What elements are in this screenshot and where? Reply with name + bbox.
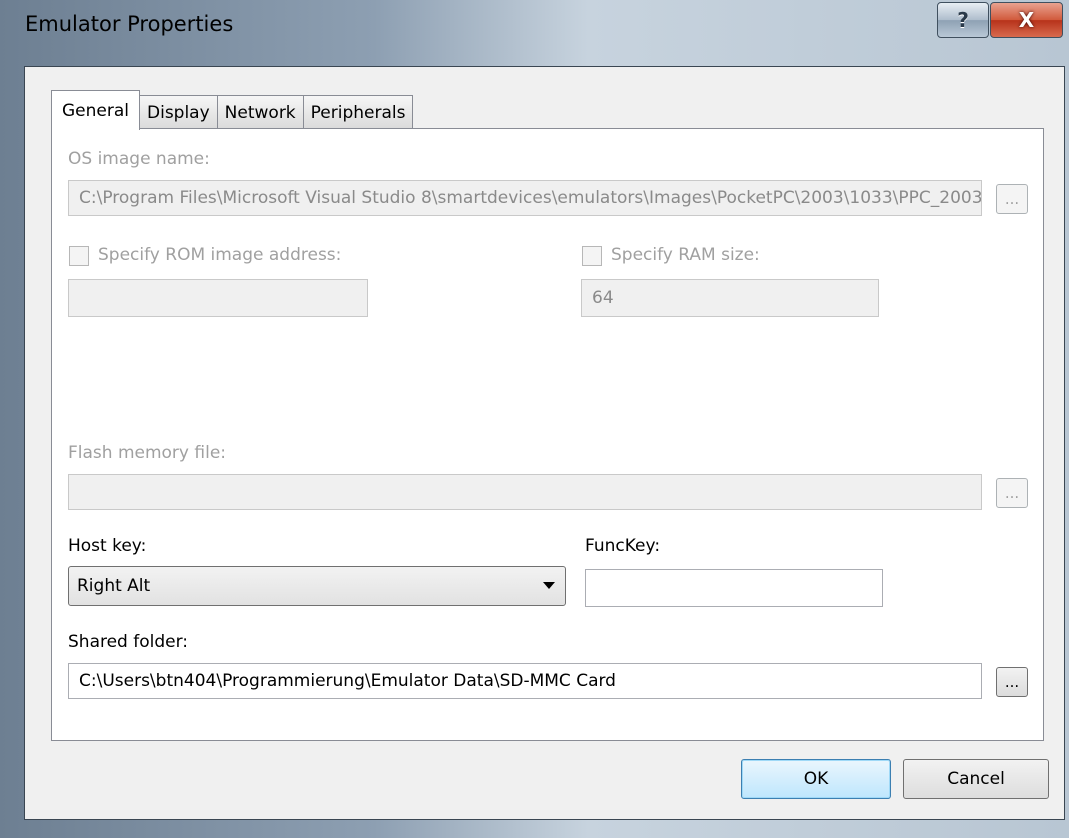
close-icon: X (1018, 8, 1035, 32)
help-button[interactable]: ? (937, 2, 989, 38)
close-button[interactable]: X (990, 2, 1063, 38)
rom-address-checkbox[interactable] (69, 246, 89, 266)
host-key-dropdown[interactable]: Right Alt (68, 566, 566, 606)
flash-memory-label: Flash memory file: (68, 443, 227, 463)
ram-size-checkbox[interactable] (582, 246, 602, 266)
os-image-label: OS image name: (68, 149, 210, 169)
window-title: Emulator Properties (25, 12, 234, 36)
func-key-label: FuncKey: (585, 536, 661, 556)
dialog-client-area: General Display Network Peripherals OS i… (24, 66, 1065, 820)
help-icon: ? (957, 8, 969, 32)
ellipsis-icon: ... (1004, 673, 1020, 691)
func-key-field[interactable] (585, 569, 883, 607)
os-image-field[interactable]: C:\Program Files\Microsoft Visual Studio… (68, 180, 982, 216)
host-key-label: Host key: (68, 536, 147, 556)
shared-folder-browse-button[interactable]: ... (996, 667, 1028, 697)
tab-peripherals[interactable]: Peripherals (302, 95, 414, 129)
ram-size-field[interactable]: 64 (581, 279, 879, 317)
tab-general[interactable]: General (51, 90, 140, 130)
flash-memory-field[interactable] (68, 474, 982, 510)
title-bar[interactable]: Emulator Properties ? X (0, 0, 1069, 66)
host-key-selected-value: Right Alt (77, 576, 151, 596)
dialog-window: Emulator Properties ? X General Display … (0, 0, 1069, 838)
tab-network[interactable]: Network (216, 95, 304, 129)
rom-address-field[interactable] (68, 279, 368, 317)
ok-button[interactable]: OK (741, 759, 891, 799)
ellipsis-icon: ... (1004, 190, 1020, 208)
os-image-browse-button[interactable]: ... (996, 184, 1028, 214)
flash-memory-browse-button[interactable]: ... (996, 478, 1028, 508)
dropdown-arrow-icon (543, 582, 555, 589)
tab-strip: General Display Network Peripherals (51, 89, 414, 130)
ram-size-label: Specify RAM size: (611, 245, 760, 265)
shared-folder-label: Shared folder: (68, 632, 189, 652)
shared-folder-field[interactable]: C:\Users\btn404\Programmierung\Emulator … (68, 663, 982, 699)
tab-display[interactable]: Display (139, 95, 218, 129)
ellipsis-icon: ... (1004, 484, 1020, 502)
general-tab-panel: OS image name: C:\Program Files\Microsof… (51, 128, 1044, 741)
cancel-button[interactable]: Cancel (903, 759, 1049, 799)
rom-address-label: Specify ROM image address: (98, 245, 342, 265)
